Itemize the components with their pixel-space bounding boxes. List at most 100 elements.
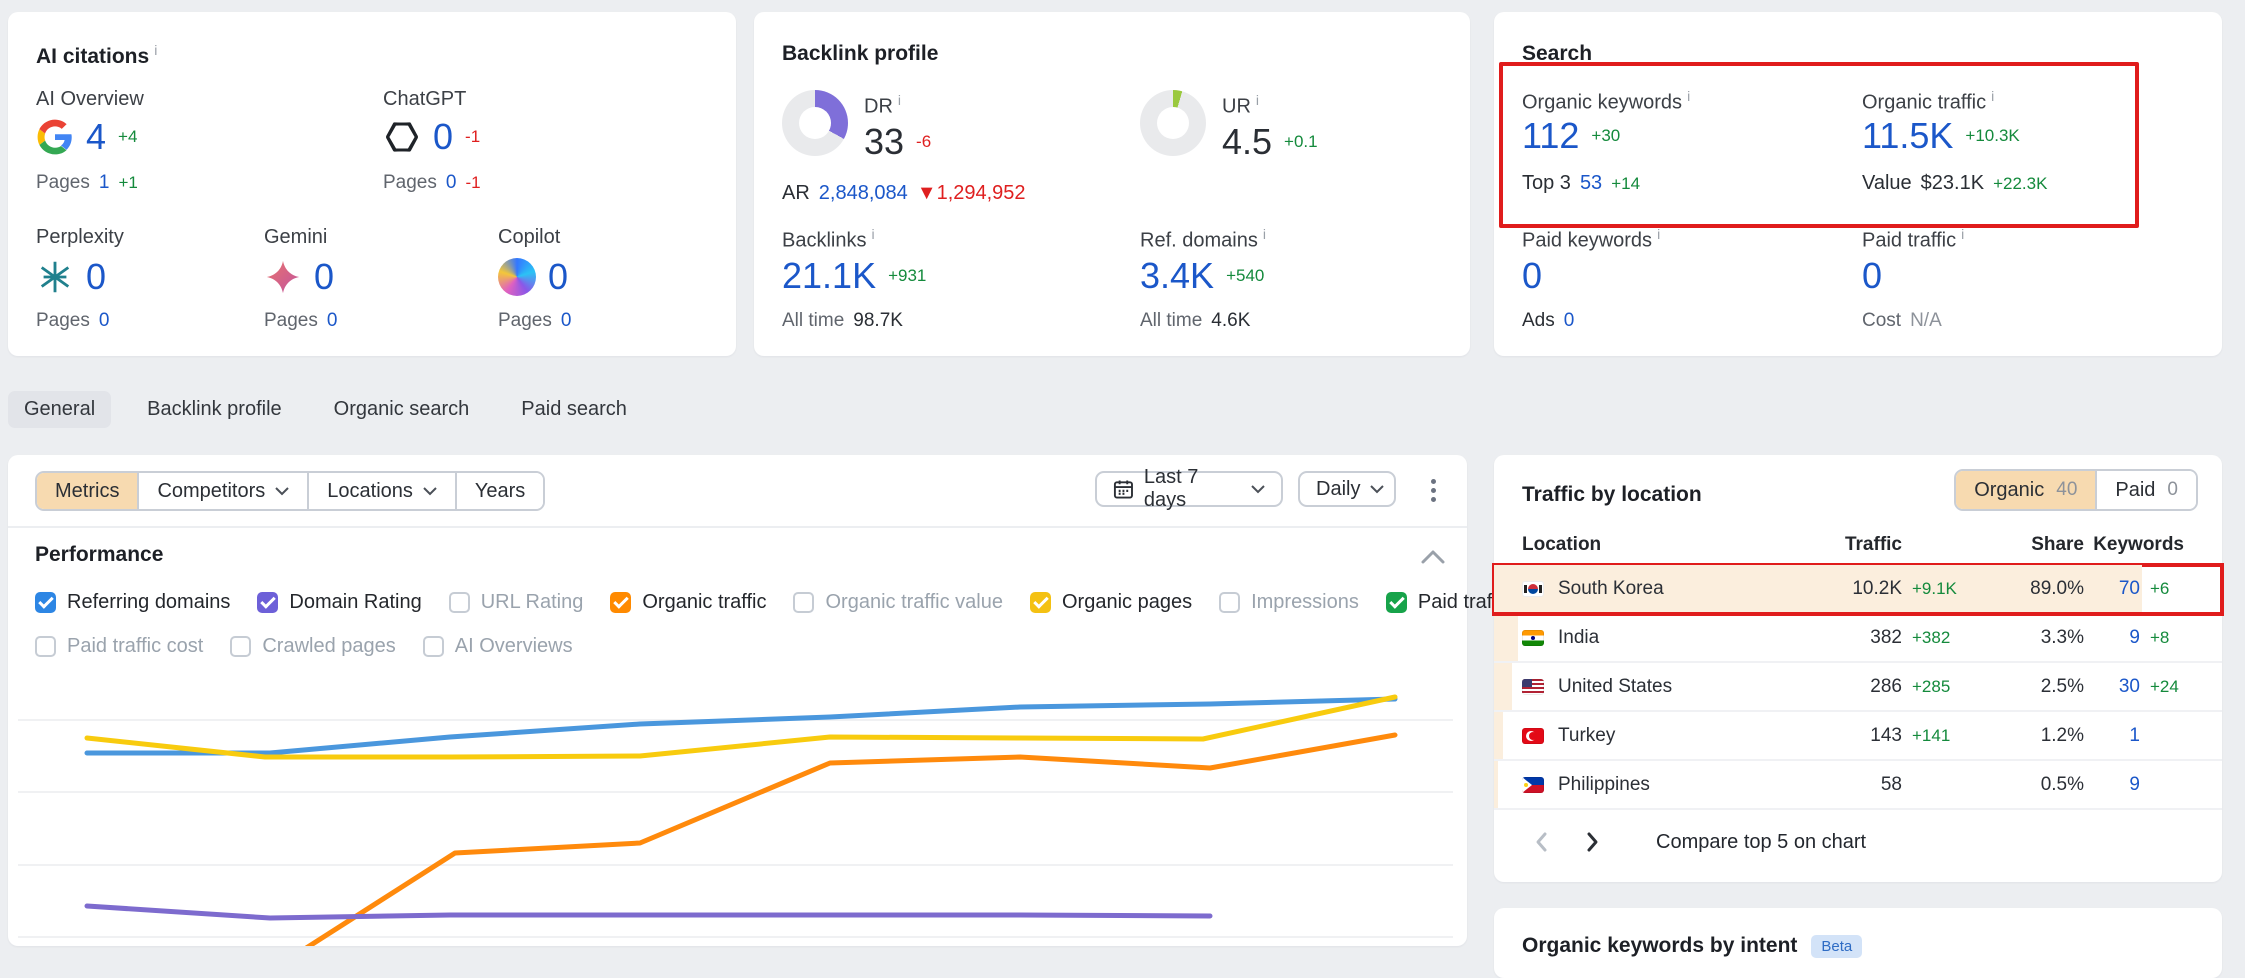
keywords-count[interactable]: 9: [2084, 774, 2140, 796]
checkbox-ai-overviews[interactable]: AI Overviews: [423, 635, 573, 658]
chevron-left-icon[interactable]: [1530, 830, 1554, 854]
organic-traffic-value[interactable]: 11.5K: [1862, 118, 1953, 154]
kebab-menu-icon[interactable]: [1420, 477, 1446, 503]
copilot-value[interactable]: 0: [548, 259, 568, 295]
info-icon[interactable]: i: [871, 226, 874, 242]
info-icon[interactable]: i: [1961, 226, 1964, 242]
divider: [8, 526, 1467, 528]
organic-keywords-value[interactable]: 112: [1522, 118, 1579, 154]
chatgpt-label: ChatGPT: [383, 88, 466, 111]
column-traffic: Traffic: [1822, 534, 1902, 556]
ar-value[interactable]: 2,848,084: [819, 182, 908, 205]
checkbox-paid-traffic-cost[interactable]: Paid traffic cost: [35, 635, 203, 658]
view-segmented-control: Metrics Competitors Locations Years: [35, 471, 545, 511]
pages-value[interactable]: 0: [561, 310, 572, 332]
table-row-turkey[interactable]: Turkey 143 +141 1.2% 1: [1494, 712, 2222, 761]
pages-value[interactable]: 0: [99, 310, 110, 332]
pages-label: Pages: [383, 172, 437, 194]
organic-keywords-delta: +30: [1591, 126, 1620, 146]
segment-competitors[interactable]: Competitors: [137, 473, 307, 509]
gemini-value[interactable]: 0: [314, 259, 334, 295]
paid-keywords-value[interactable]: 0: [1522, 258, 1542, 294]
keywords-count[interactable]: 9: [2084, 627, 2140, 649]
checkbox-domain-rating[interactable]: Domain Rating: [257, 591, 421, 614]
checkbox-crawled-pages[interactable]: Crawled pages: [230, 635, 395, 658]
tab-backlink-profile[interactable]: Backlink profile: [131, 391, 298, 428]
traffic-value: 10.2K: [1822, 578, 1902, 600]
ai-citations-card: AI citationsi AI Overview 4 +4 Pages1+1 …: [8, 12, 736, 356]
checkbox-referring-domains[interactable]: Referring domains: [35, 591, 230, 614]
keywords-count[interactable]: 30: [2084, 676, 2140, 698]
pages-value[interactable]: 0: [446, 172, 457, 194]
ads-value[interactable]: 0: [1564, 310, 1575, 332]
perplexity-value[interactable]: 0: [86, 259, 106, 295]
performance-card: Metrics Competitors Locations Years Last…: [8, 455, 1467, 946]
share-value: 3.3%: [1992, 627, 2084, 649]
granularity-button[interactable]: Daily: [1298, 471, 1396, 507]
keywords-count[interactable]: 1: [2084, 725, 2140, 747]
tab-paid-search[interactable]: Paid search: [505, 391, 643, 428]
segment-locations[interactable]: Locations: [307, 473, 455, 509]
top3-label: Top 3: [1522, 172, 1571, 195]
pages-value[interactable]: 0: [327, 310, 338, 332]
checkbox-box: [257, 592, 278, 613]
cost-value: N/A: [1910, 310, 1942, 332]
checkbox-url-rating[interactable]: URL Rating: [449, 591, 584, 614]
info-icon[interactable]: i: [1991, 88, 1994, 104]
chevron-down-icon: [275, 487, 289, 496]
backlinks-value[interactable]: 21.1K: [782, 258, 876, 294]
perplexity-icon: [36, 258, 74, 296]
info-icon[interactable]: i: [898, 92, 901, 108]
table-row-south-korea[interactable]: South Korea 10.2K +9.1K 89.0% 70 +6: [1494, 565, 2222, 614]
organic-keywords-label: Organic keywordsi: [1522, 88, 1690, 115]
toggle-paid[interactable]: Paid0: [2095, 471, 2196, 509]
checkbox-label: Organic traffic value: [825, 591, 1003, 614]
checkbox-impressions[interactable]: Impressions: [1219, 591, 1359, 614]
compare-top5-link[interactable]: Compare top 5 on chart: [1656, 831, 1866, 854]
info-icon[interactable]: i: [1263, 226, 1266, 242]
traffic-value: 382: [1822, 627, 1902, 649]
performance-line-chart[interactable]: [8, 660, 1467, 946]
dr-delta: -6: [916, 132, 931, 152]
ref-domains-value[interactable]: 3.4K: [1140, 258, 1214, 294]
segment-metrics[interactable]: Metrics: [37, 473, 137, 509]
search-title: Search: [1522, 42, 1592, 66]
pages-label: Pages: [36, 310, 90, 332]
ur-value: 4.5: [1222, 124, 1272, 160]
flag-south-korea-icon: [1522, 581, 1544, 597]
pages-value[interactable]: 1: [99, 172, 110, 194]
ar-label: AR: [782, 182, 810, 205]
paid-traffic-value[interactable]: 0: [1862, 258, 1882, 294]
chevron-right-icon[interactable]: [1580, 830, 1604, 854]
chevron-down-icon: [423, 487, 437, 496]
keywords-count[interactable]: 70: [2084, 578, 2140, 600]
info-icon[interactable]: i: [154, 42, 157, 58]
tab-organic-search[interactable]: Organic search: [318, 391, 486, 428]
alltime-label: All time: [782, 310, 844, 332]
toggle-organic[interactable]: Organic40: [1956, 471, 2095, 509]
column-location: Location: [1522, 534, 1822, 556]
semrush-domain-overview-page: { "colors":{"accent_tan":"#f7dab0","metr…: [0, 0, 2245, 946]
tab-general[interactable]: General: [8, 391, 111, 428]
table-row-india[interactable]: India 382 +382 3.3% 9 +8: [1494, 614, 2222, 663]
table-row-united-states[interactable]: United States 286 +285 2.5% 30 +24: [1494, 663, 2222, 712]
segment-years[interactable]: Years: [455, 473, 543, 509]
info-icon[interactable]: i: [1256, 92, 1259, 108]
metric-checkbox-row-1: Referring domains Domain Rating URL Rati…: [35, 591, 1512, 614]
checkbox-box: [35, 592, 56, 613]
checkbox-organic-traffic[interactable]: Organic traffic: [610, 591, 766, 614]
chevron-up-icon[interactable]: [1420, 547, 1446, 567]
date-range-button[interactable]: Last 7 days: [1095, 471, 1283, 507]
gemini-label: Gemini: [264, 226, 327, 249]
info-icon[interactable]: i: [1687, 88, 1690, 104]
checkbox-organic-pages[interactable]: Organic pages: [1030, 591, 1192, 614]
info-icon[interactable]: i: [1657, 226, 1660, 242]
checkbox-organic-traffic-value[interactable]: Organic traffic value: [793, 591, 1003, 614]
ur-label: URi: [1222, 92, 1259, 119]
chevron-down-icon: [1370, 485, 1384, 494]
traffic-delta: +9.1K: [1902, 579, 1992, 599]
top3-value[interactable]: 53: [1580, 172, 1602, 195]
traffic-delta: +285: [1902, 677, 1992, 697]
chatgpt-value[interactable]: 0: [433, 119, 453, 155]
ai-overview-value[interactable]: 4: [86, 119, 106, 155]
